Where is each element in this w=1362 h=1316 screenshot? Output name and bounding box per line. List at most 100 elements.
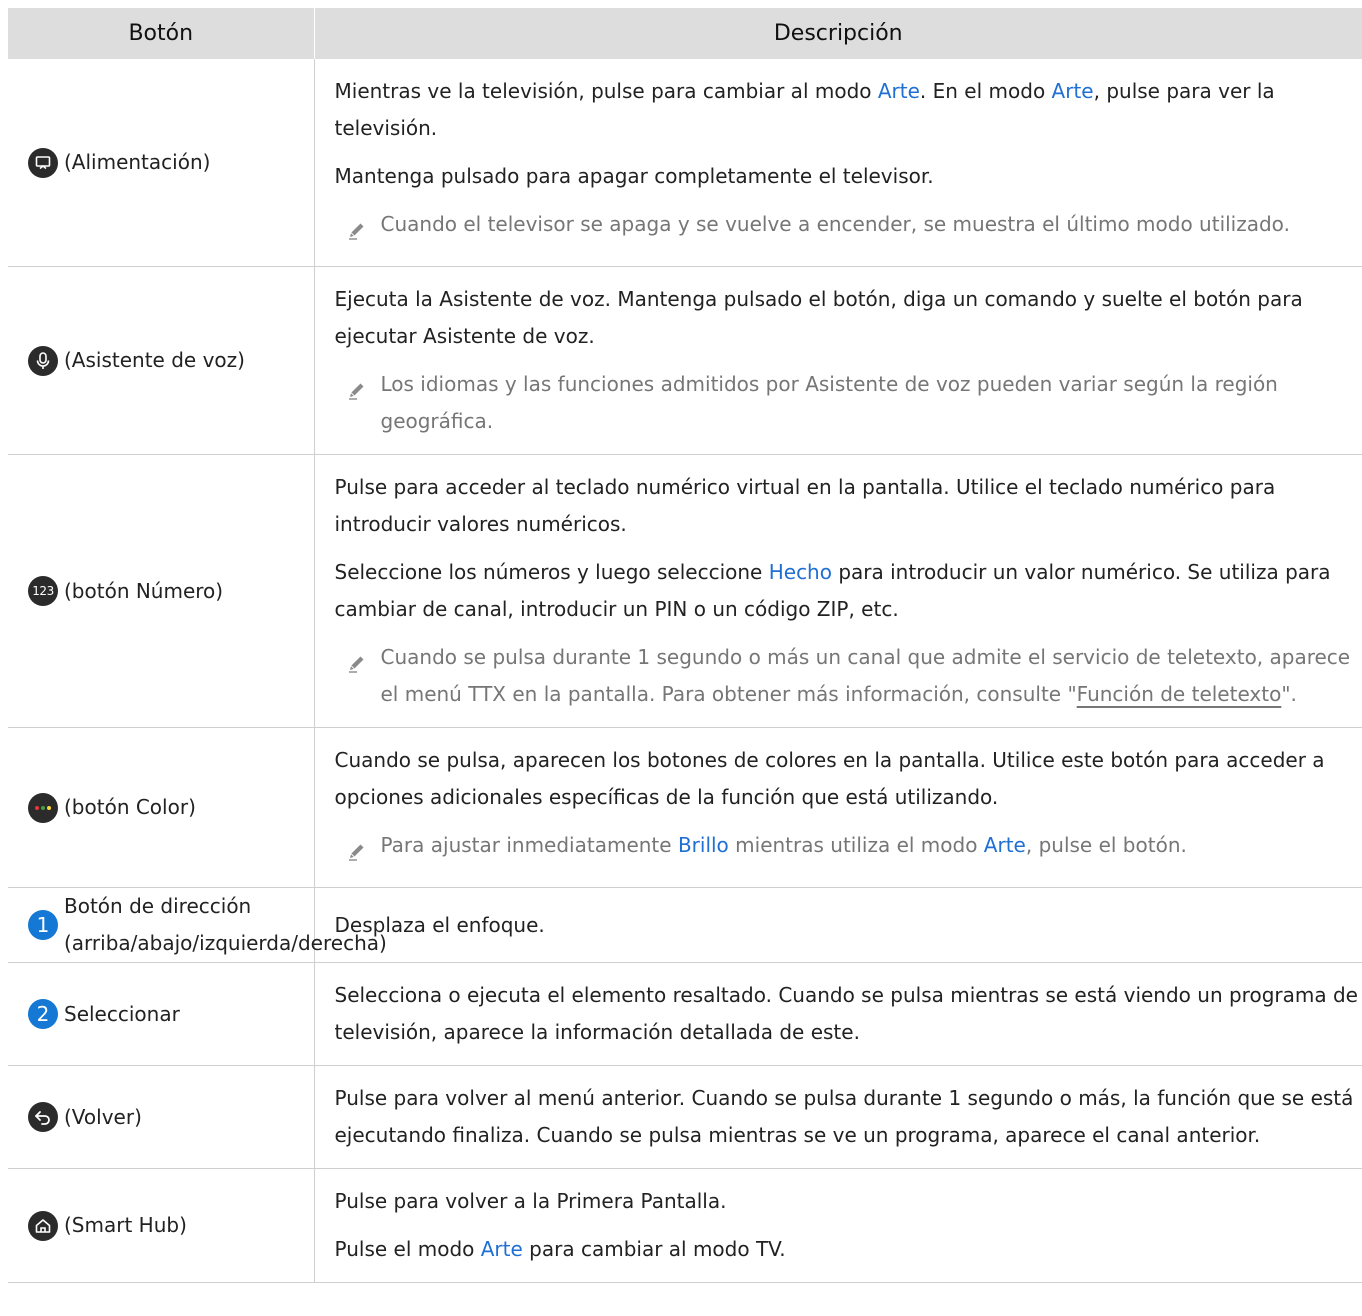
- home-icon: [28, 1210, 58, 1241]
- column-header-description: Descripción: [313, 8, 1362, 59]
- button-cell: (Asistente de voz): [8, 266, 315, 455]
- menu-term-arte: Arte: [480, 1237, 523, 1261]
- note-pencil-icon: [335, 639, 381, 685]
- text-segment: mientras utiliza el modo: [728, 833, 984, 857]
- cross-reference-link[interactable]: Función de teletexto: [1077, 682, 1282, 706]
- button-cell: 1 Botón de dirección (arriba/abajo/izquie…: [8, 887, 387, 963]
- text-segment: Para ajustar inmediatamente: [380, 833, 678, 857]
- button-cell: (Alimentación): [8, 59, 315, 267]
- description-paragraph: Pulse para volver a la Primera Pantalla.: [335, 1183, 1362, 1220]
- remote-buttons-table: Botón Descripción (Alimentación) Mientras…: [8, 8, 1362, 1283]
- note-text: Cuando el televisor se apaga y se vuelve…: [381, 206, 1290, 243]
- description-cell: Pulse para volver a la Primera Pantalla.…: [314, 1168, 1362, 1283]
- table-row: (botón Color) Cuando se pulsa, aparecen l…: [8, 727, 1362, 888]
- description-paragraph: Mientras ve la televisión, pulse para ca…: [335, 73, 1362, 147]
- table-row: 123 (botón Número) Pulse para acceder al t…: [8, 454, 1362, 728]
- text-segment: Desplaza el enfoque.: [334, 912, 545, 937]
- button-name: (Volver): [64, 1104, 142, 1129]
- text-segment: . En el modo: [919, 79, 1052, 103]
- column-header-button: Botón: [8, 8, 314, 59]
- menu-term-arte: Arte: [983, 833, 1026, 857]
- text-segment: ".: [1281, 682, 1297, 706]
- table-header-row: Botón Descripción: [8, 8, 1362, 59]
- button-name: (Asistente de voz): [64, 348, 245, 372]
- text-segment: Pulse para volver a la Primera Pantalla.: [334, 1189, 727, 1213]
- menu-term-arte: Arte: [877, 79, 920, 103]
- text-segment: Mientras ve la televisión, pulse para ca…: [334, 79, 878, 103]
- number-badge-icon: 2: [28, 999, 58, 1029]
- color-buttons-icon: [28, 792, 58, 823]
- button-cell: (Volver): [8, 1065, 315, 1169]
- note: Cuando el televisor se apaga y se vuelve…: [335, 206, 1362, 252]
- art-mode-icon: [28, 147, 58, 178]
- table-row: (Smart Hub) Pulse para volver a la Primer…: [8, 1168, 1362, 1283]
- text-segment: Pulse para volver al menú anterior. Cuan…: [334, 1086, 1354, 1147]
- description-paragraph: Pulse el modo Arte para cambiar al modo …: [335, 1231, 1362, 1268]
- return-icon: [28, 1102, 58, 1132]
- text-segment: Los idiomas y las funciones admitidos po…: [380, 372, 1278, 433]
- menu-term-hecho: Hecho: [768, 560, 832, 584]
- table-row: (Alimentación) Mientras ve la televisión,…: [8, 59, 1362, 267]
- button-name: (botón Número): [64, 578, 224, 603]
- note-pencil-icon: [335, 206, 381, 252]
- note: Para ajustar inmediatamente Brillo mient…: [335, 827, 1362, 873]
- description-cell: Ejecuta la Asistente de voz. Mantenga pu…: [314, 266, 1362, 455]
- note-text: Los idiomas y las funciones admitidos po…: [381, 366, 1362, 440]
- button-label-wrap: 123 (botón Número): [28, 573, 314, 610]
- menu-term-brillo: Brillo: [677, 833, 729, 857]
- text-segment: Pulse para acceder al teclado numérico v…: [334, 475, 1276, 536]
- button-label-wrap: (botón Color): [28, 789, 314, 826]
- description-paragraph: Pulse para acceder al teclado numérico v…: [335, 469, 1362, 543]
- button-name: Seleccionar: [64, 1001, 180, 1026]
- button-name: (Alimentación): [64, 150, 211, 174]
- description-paragraph: Selecciona o ejecuta el elemento resalta…: [335, 977, 1362, 1051]
- note: Cuando se pulsa durante 1 segundo o más …: [335, 639, 1362, 713]
- note-pencil-icon: [335, 827, 381, 873]
- text-segment: Selecciona o ejecuta el elemento resalta…: [334, 983, 1358, 1044]
- description-cell: Pulse para acceder al teclado numérico v…: [314, 454, 1362, 728]
- description-paragraph: Pulse para volver al menú anterior. Cuan…: [335, 1080, 1362, 1154]
- text-segment: Seleccione los números y luego seleccion…: [334, 560, 769, 584]
- note-pencil-icon: [335, 366, 381, 412]
- button-label-wrap: 1 Botón de dirección (arriba/abajo/izquie…: [28, 888, 387, 962]
- text-segment: Pulse el modo: [334, 1237, 481, 1261]
- text-segment: Ejecuta la Asistente de voz. Mantenga pu…: [334, 287, 1303, 348]
- description-cell: Pulse para volver al menú anterior. Cuan…: [314, 1065, 1362, 1169]
- table-row: (Volver) Pulse para volver al menú anteri…: [8, 1065, 1362, 1169]
- button-name: (Smart Hub): [64, 1213, 187, 1237]
- description-paragraph: Mantenga pulsado para apagar completamen…: [335, 158, 1362, 195]
- button-label-wrap: (Volver): [28, 1099, 314, 1136]
- description-cell: Desplaza el enfoque.: [314, 887, 1362, 963]
- description-cell: Mientras ve la televisión, pulse para ca…: [314, 59, 1362, 267]
- table-row: 1 Botón de dirección (arriba/abajo/izquie…: [8, 887, 1362, 963]
- note-text: Para ajustar inmediatamente Brillo mient…: [381, 827, 1187, 864]
- button-cell: 123 (botón Número): [8, 454, 315, 728]
- microphone-icon: [28, 345, 58, 376]
- description-cell: Selecciona o ejecuta el elemento resalta…: [314, 962, 1362, 1066]
- button-label-wrap: (Asistente de voz): [28, 342, 314, 379]
- description-paragraph: Desplaza el enfoque.: [335, 907, 1362, 944]
- text-segment: , pulse el botón.: [1025, 833, 1187, 857]
- table-row: (Asistente de voz) Ejecuta la Asistente d…: [8, 266, 1362, 455]
- button-label-wrap: 2 Seleccionar: [28, 996, 314, 1033]
- description-cell: Cuando se pulsa, aparecen los botones de…: [314, 727, 1362, 888]
- button-label-wrap: (Smart Hub): [28, 1207, 314, 1244]
- text-segment: para cambiar al modo TV.: [522, 1237, 786, 1261]
- description-paragraph: Cuando se pulsa, aparecen los botones de…: [335, 742, 1362, 816]
- button-cell: (botón Color): [8, 727, 315, 888]
- table-row: 2 Seleccionar Selecciona o ejecuta el elem…: [8, 962, 1362, 1066]
- button-name: (botón Color): [64, 795, 196, 819]
- text-segment: Mantenga pulsado para apagar completamen…: [334, 164, 934, 188]
- number-123-icon: 123: [28, 576, 58, 606]
- description-paragraph: Ejecuta la Asistente de voz. Mantenga pu…: [335, 281, 1362, 355]
- button-label-wrap: (Alimentación): [28, 144, 314, 181]
- description-paragraph: Seleccione los números y luego seleccion…: [335, 554, 1362, 628]
- button-cell: (Smart Hub): [8, 1168, 315, 1283]
- text-segment: Cuando el televisor se apaga y se vuelve…: [380, 212, 1290, 236]
- number-badge-icon: 1: [28, 910, 58, 940]
- text-segment: Cuando se pulsa, aparecen los botones de…: [334, 748, 1325, 809]
- button-cell: 2 Seleccionar: [8, 962, 315, 1066]
- note: Los idiomas y las funciones admitidos po…: [335, 366, 1362, 440]
- menu-term-arte: Arte: [1051, 79, 1094, 103]
- note-text: Cuando se pulsa durante 1 segundo o más …: [381, 639, 1362, 713]
